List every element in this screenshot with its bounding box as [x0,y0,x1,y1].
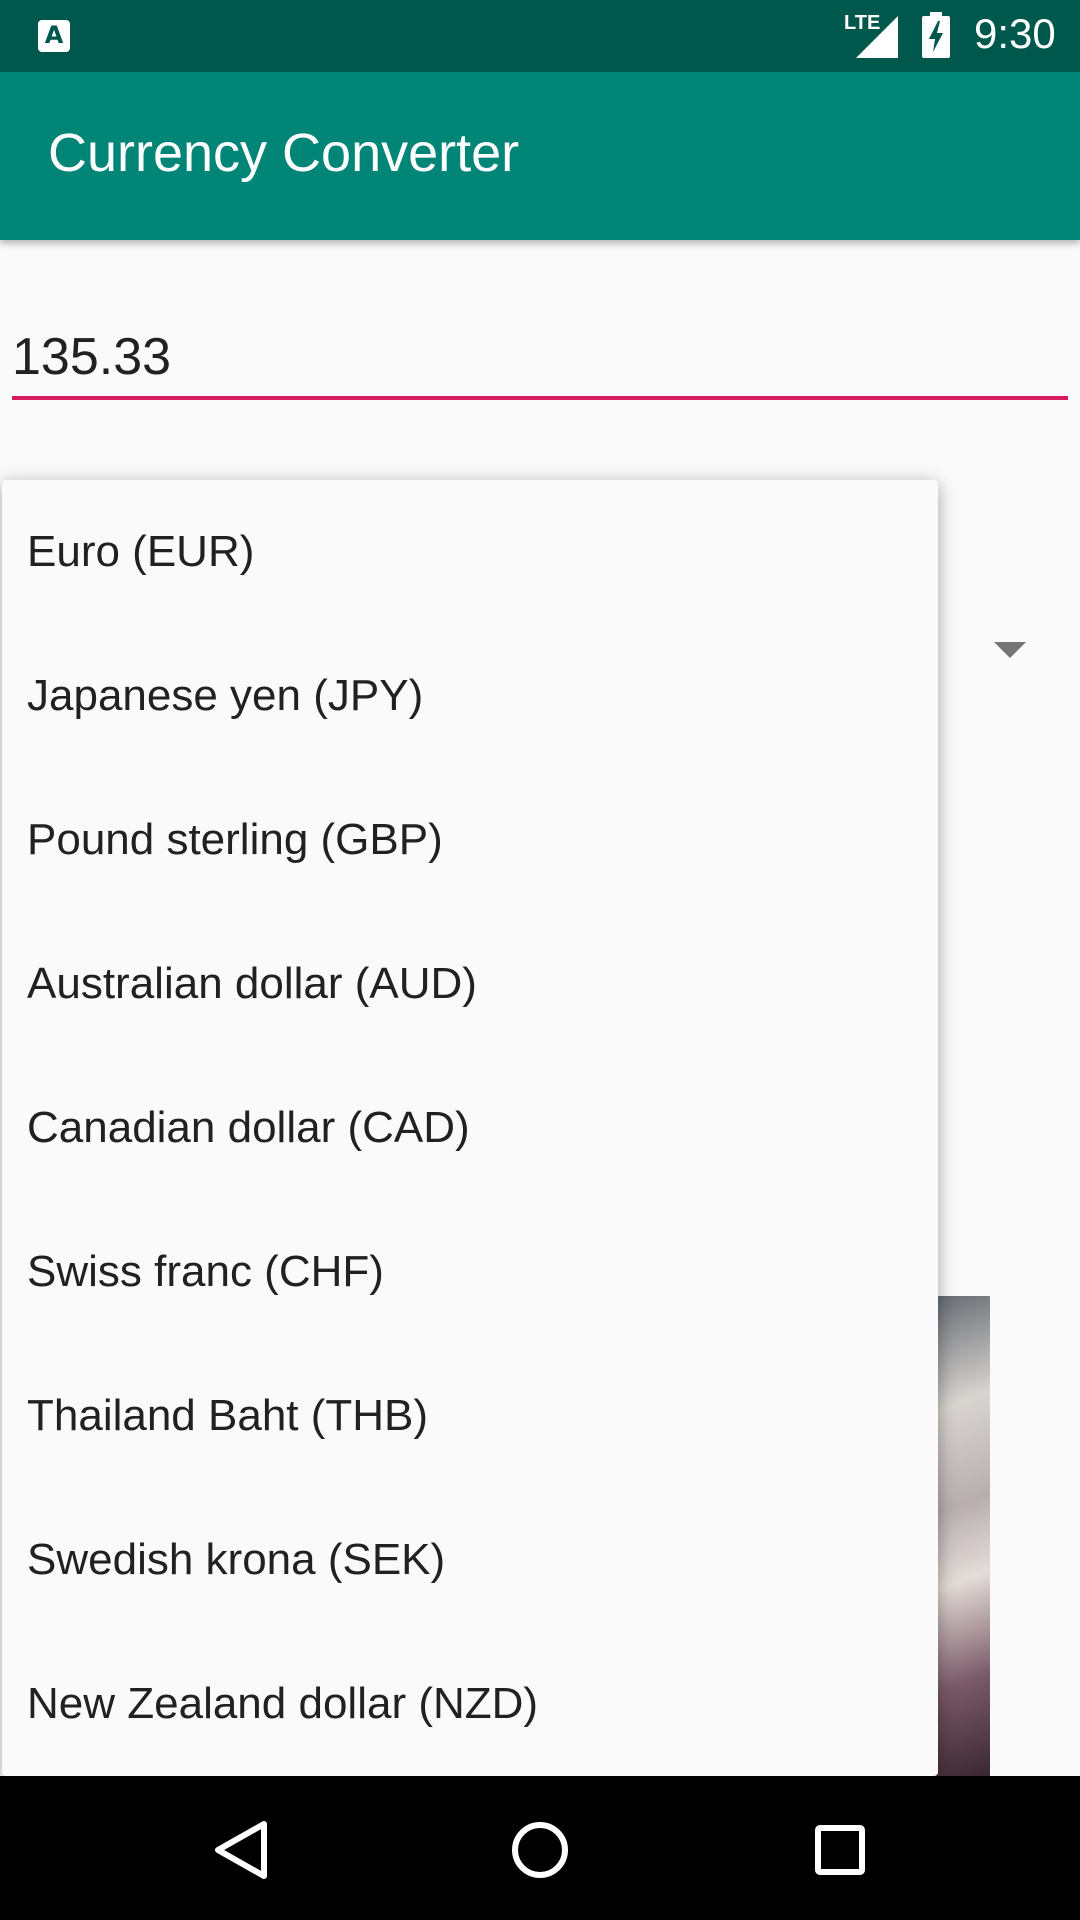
currency-dropdown-list: Euro (EUR) Japanese yen (JPY) Pound ster… [2,480,938,1776]
dropdown-option-nzd[interactable]: New Zealand dollar (NZD) [2,1632,938,1776]
recents-icon[interactable] [814,1824,866,1876]
dropdown-arrow-icon[interactable] [994,642,1026,658]
dropdown-option-gbp[interactable]: Pound sterling (GBP) [2,768,938,912]
home-icon[interactable] [510,1820,570,1880]
status-bar: A LTE 9:30 [0,0,1080,72]
amount-input[interactable] [12,318,1068,400]
app-title: Currency Converter [48,123,520,183]
app-notification-icon: A [38,20,70,52]
navigation-bar [0,1776,1080,1920]
dropdown-option-chf[interactable]: Swiss franc (CHF) [2,1200,938,1344]
screen: A LTE 9:30 Currency Converter Euro (EUR)… [0,0,1080,1920]
status-time: 9:30 [974,10,1056,57]
dropdown-option-sek[interactable]: Swedish krona (SEK) [2,1488,938,1632]
signal-icon [856,16,898,58]
dropdown-option-thb[interactable]: Thailand Baht (THB) [2,1344,938,1488]
dropdown-option-jpy[interactable]: Japanese yen (JPY) [2,624,938,768]
dropdown-option-cad[interactable]: Canadian dollar (CAD) [2,1056,938,1200]
dropdown-option-eur[interactable]: Euro (EUR) [2,480,938,624]
battery-charging-icon [922,12,950,58]
back-icon[interactable] [214,1820,268,1880]
dropdown-option-aud[interactable]: Australian dollar (AUD) [2,912,938,1056]
app-bar: Currency Converter [0,72,1080,240]
